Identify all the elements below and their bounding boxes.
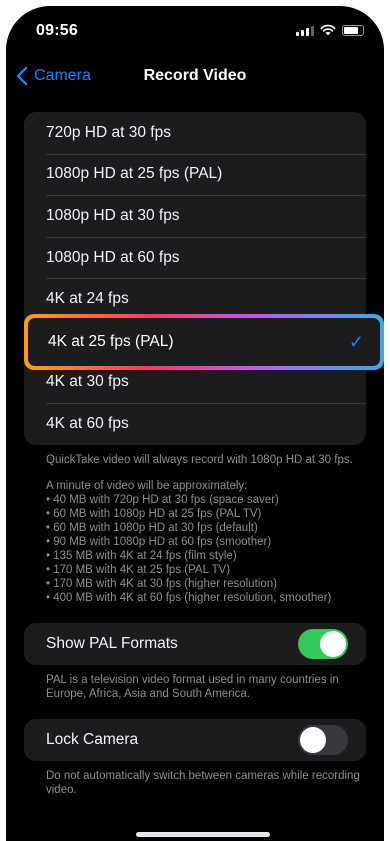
wifi-icon	[320, 24, 336, 36]
size-intro: A minute of video will be approximately:	[46, 479, 248, 492]
lock-camera-row: Lock Camera	[24, 719, 366, 761]
toggle-knob	[300, 726, 326, 753]
pal-formats-row: Show PAL Formats	[24, 623, 366, 665]
option-label: 1080p HD at 30 fps	[46, 206, 180, 224]
size-item: • 60 MB with 1080p HD at 30 fps (default…	[46, 521, 258, 534]
option-label: 4K at 25 fps (PAL)	[48, 333, 174, 350]
lock-camera-note: Do not automatically switch between came…	[46, 769, 366, 797]
pal-note: PAL is a television video format used in…	[46, 673, 366, 701]
option-1080p-25-pal[interactable]: 1080p HD at 25 fps (PAL)	[24, 153, 366, 196]
option-label: 4K at 60 fps	[46, 414, 129, 432]
size-item: • 90 MB with 1080p HD at 60 fps (smoothe…	[46, 535, 272, 548]
lock-camera-toggle[interactable]	[298, 724, 348, 755]
pal-note-text: PAL is a television video format used in…	[46, 673, 339, 700]
size-item: • 40 MB with 720p HD at 30 fps (space sa…	[46, 493, 279, 506]
size-list: A minute of video will be approximately:…	[46, 479, 366, 605]
selected-option-highlight[interactable]: 4K at 25 fps (PAL) ✓	[24, 314, 384, 370]
lock-camera-label: Lock Camera	[46, 730, 139, 748]
option-1080p-60[interactable]: 1080p HD at 60 fps	[24, 236, 366, 279]
option-4k-60[interactable]: 4K at 60 fps	[24, 403, 366, 445]
option-4k-25-pal[interactable]: 4K at 25 fps (PAL) ✓	[28, 318, 380, 366]
phone-screen: 09:56 Camera Record Video 720p HD at 30 …	[6, 6, 384, 841]
option-label: 720p HD at 30 fps	[46, 123, 171, 141]
status-icons	[296, 24, 364, 36]
checkmark-icon: ✓	[348, 331, 364, 352]
option-720p-30[interactable]: 720p HD at 30 fps	[24, 112, 366, 154]
pal-formats-group: Show PAL Formats	[24, 622, 366, 665]
status-time: 09:56	[36, 22, 78, 39]
toggle-knob	[320, 630, 346, 657]
signal-icon	[296, 25, 314, 36]
size-item: • 400 MB with 4K at 60 fps (higher resol…	[46, 591, 332, 604]
status-bar: 09:56	[6, 6, 384, 54]
battery-icon	[342, 24, 364, 36]
format-footer: QuickTake video will always record with …	[46, 453, 366, 605]
pal-formats-label: Show PAL Formats	[46, 634, 178, 652]
lock-camera-note-text: Do not automatically switch between came…	[46, 769, 360, 796]
record-options-list: 720p HD at 30 fps 1080p HD at 25 fps (PA…	[24, 112, 366, 445]
home-indicator[interactable]	[136, 832, 270, 837]
option-1080p-30[interactable]: 1080p HD at 30 fps	[24, 195, 366, 237]
size-item: • 170 MB with 4K at 25 fps (PAL TV)	[46, 563, 231, 576]
option-label: 1080p HD at 25 fps (PAL)	[46, 165, 223, 183]
navigation-bar: Camera Record Video	[6, 58, 384, 98]
option-label: 4K at 24 fps	[46, 290, 129, 308]
quicktake-note: QuickTake video will always record with …	[46, 453, 353, 466]
size-item: • 60 MB with 1080p HD at 25 fps (PAL TV)	[46, 507, 262, 520]
settings-content: 720p HD at 30 fps 1080p HD at 25 fps (PA…	[6, 112, 384, 797]
option-label: 1080p HD at 60 fps	[46, 248, 180, 266]
size-item: • 135 MB with 4K at 24 fps (film style)	[46, 549, 237, 562]
option-label: 4K at 30 fps	[46, 373, 129, 391]
lock-camera-group: Lock Camera	[24, 718, 366, 761]
pal-formats-toggle[interactable]	[298, 628, 348, 659]
size-item: • 170 MB with 4K at 30 fps (higher resol…	[46, 577, 277, 590]
page-title: Record Video	[143, 67, 247, 84]
